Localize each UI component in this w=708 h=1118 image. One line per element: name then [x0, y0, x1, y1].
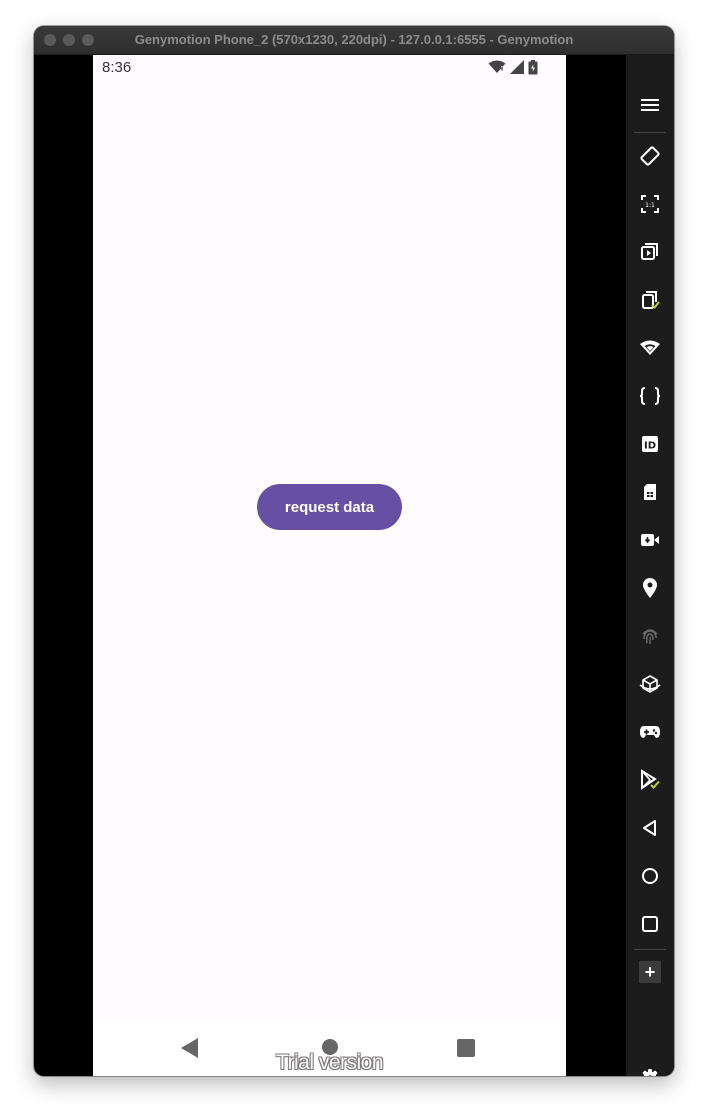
minimize-window-icon[interactable]	[63, 34, 75, 46]
toolbar-divider	[634, 949, 666, 950]
sim-card-icon[interactable]	[626, 472, 674, 512]
toolbar-divider	[634, 132, 666, 133]
play-store-icon[interactable]	[626, 760, 674, 800]
android-nav-bar	[93, 1020, 566, 1076]
signal-icon	[510, 60, 524, 74]
wifi-icon[interactable]	[626, 328, 674, 368]
rotate-icon[interactable]	[626, 136, 674, 176]
motion-sensor-icon[interactable]	[626, 664, 674, 704]
settings-icon[interactable]	[626, 1058, 674, 1076]
nav-home-icon[interactable]	[322, 1039, 338, 1055]
window-title: Genymotion Phone_2 (570x1230, 220dpi) - …	[134, 32, 574, 47]
pixel-perfect-icon[interactable]: 1:1	[626, 184, 674, 224]
emulator-window: Genymotion Phone_2 (570x1230, 220dpi) - …	[34, 26, 674, 1076]
code-icon[interactable]	[626, 376, 674, 416]
gamepad-icon[interactable]	[626, 712, 674, 752]
recents-icon[interactable]	[626, 904, 674, 944]
wifi-status-icon	[488, 60, 506, 73]
zoom-window-icon[interactable]	[82, 34, 94, 46]
clipboard-icon[interactable]	[626, 280, 674, 320]
device-id-icon[interactable]: ID	[626, 424, 674, 464]
capture-icon[interactable]	[626, 232, 674, 272]
status-icons	[488, 59, 538, 75]
title-bar[interactable]: Genymotion Phone_2 (570x1230, 220dpi) - …	[34, 26, 674, 55]
svg-text:1:1: 1:1	[645, 202, 655, 209]
fingerprint-icon[interactable]	[626, 616, 674, 656]
nav-recents-icon[interactable]	[457, 1039, 475, 1057]
nav-back-icon[interactable]	[181, 1038, 198, 1058]
genymotion-toolbar: 1:1 ID +	[626, 55, 674, 1076]
request-data-button[interactable]: request data	[257, 484, 402, 530]
camera-icon[interactable]	[626, 520, 674, 560]
status-time: 8:36	[102, 59, 132, 76]
home-icon[interactable]	[626, 856, 674, 896]
close-window-icon[interactable]	[44, 34, 56, 46]
battery-icon	[528, 59, 538, 74]
add-widget-icon[interactable]: +	[626, 952, 674, 992]
svg-text:ID: ID	[644, 441, 656, 452]
device-screen[interactable]: 8:36 request data Trial version	[93, 55, 566, 1076]
location-pin-icon[interactable]	[626, 568, 674, 608]
menu-icon[interactable]	[626, 85, 674, 125]
back-icon[interactable]	[626, 808, 674, 848]
